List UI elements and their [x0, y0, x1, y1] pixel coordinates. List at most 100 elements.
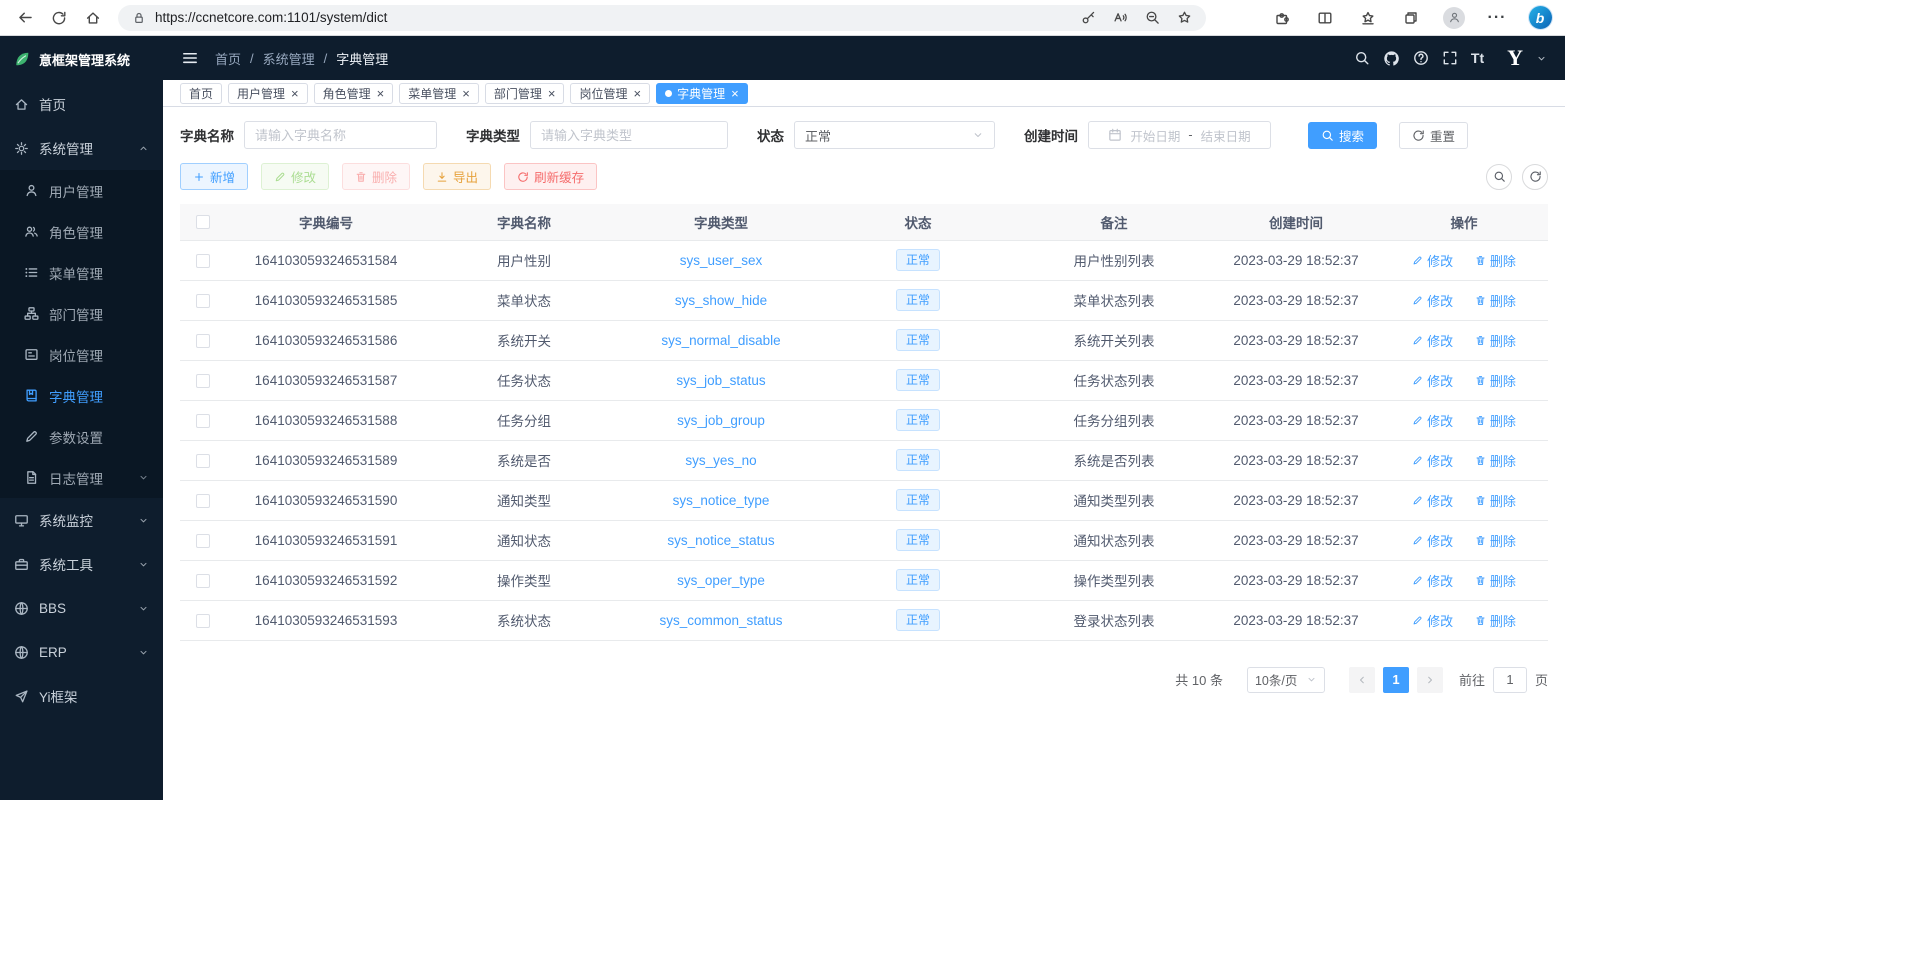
collections-button[interactable] [1394, 4, 1428, 32]
font-size-icon[interactable]: Tt [1471, 50, 1484, 66]
row-edit-link[interactable]: 修改 [1412, 571, 1453, 590]
row-delete-link[interactable]: 删除 [1475, 531, 1516, 550]
cell-dict-type-link[interactable]: sys_oper_type [677, 573, 765, 588]
row-delete-link[interactable]: 删除 [1475, 451, 1516, 470]
cell-dict-type-link[interactable]: sys_common_status [659, 613, 782, 628]
sidebar-item-bbs[interactable]: BBS [0, 586, 163, 630]
sidebar-item-dept[interactable]: 部门管理 [0, 293, 163, 334]
sidebar-item-role[interactable]: 角色管理 [0, 211, 163, 252]
tab-dept[interactable]: 部门管理 × [485, 83, 565, 104]
tab-close-icon[interactable]: × [462, 87, 470, 100]
password-key-icon[interactable] [1081, 10, 1096, 25]
sidebar-item-log[interactable]: 日志管理 [0, 457, 163, 498]
row-edit-link[interactable]: 修改 [1412, 411, 1453, 430]
row-checkbox[interactable] [196, 294, 210, 308]
row-checkbox[interactable] [196, 254, 210, 268]
sidebar-item-monitor[interactable]: 系统监控 [0, 498, 163, 542]
row-edit-link[interactable]: 修改 [1412, 331, 1453, 350]
row-edit-link[interactable]: 修改 [1412, 451, 1453, 470]
row-delete-link[interactable]: 删除 [1475, 251, 1516, 270]
tab-close-icon[interactable]: × [291, 87, 299, 100]
tab-close-icon[interactable]: × [548, 87, 556, 100]
cell-dict-type-link[interactable]: sys_job_group [677, 413, 765, 428]
tab-close-icon[interactable]: × [377, 87, 385, 100]
sidebar-item-dict[interactable]: 字典管理 [0, 375, 163, 416]
address-bar[interactable]: https://ccnetcore.com:1101/system/dict [118, 5, 1206, 31]
cell-dict-type-link[interactable]: sys_normal_disable [661, 333, 780, 348]
breadcrumb-item[interactable]: 系统管理 [263, 49, 315, 68]
cell-dict-type-link[interactable]: sys_notice_status [667, 533, 774, 548]
split-screen-button[interactable] [1308, 4, 1342, 32]
row-checkbox[interactable] [196, 614, 210, 628]
next-page-button[interactable] [1417, 667, 1443, 693]
row-delete-link[interactable]: 删除 [1475, 611, 1516, 630]
create-time-range-picker[interactable]: 开始日期 - 结束日期 [1088, 121, 1271, 149]
reload-button[interactable] [42, 4, 76, 32]
sidebar-item-post[interactable]: 岗位管理 [0, 334, 163, 375]
extensions-button[interactable] [1265, 4, 1299, 32]
tab-user[interactable]: 用户管理 × [228, 83, 308, 104]
row-edit-link[interactable]: 修改 [1412, 371, 1453, 390]
delete-button[interactable]: 删除 [342, 163, 410, 190]
back-button[interactable] [8, 4, 42, 32]
sidebar-item-menu[interactable]: 菜单管理 [0, 252, 163, 293]
row-edit-link[interactable]: 修改 [1412, 531, 1453, 550]
refresh-cache-button[interactable]: 刷新缓存 [504, 163, 597, 190]
edit-button[interactable]: 修改 [261, 163, 329, 190]
row-edit-link[interactable]: 修改 [1412, 291, 1453, 310]
sidebar-toggle-icon[interactable] [181, 49, 199, 67]
row-delete-link[interactable]: 删除 [1475, 571, 1516, 590]
reset-button[interactable]: 重置 [1399, 122, 1468, 149]
settings-more-button[interactable]: ··· [1480, 4, 1514, 32]
page-size-select[interactable]: 10条/页 [1247, 667, 1325, 693]
profile-button[interactable] [1437, 4, 1471, 32]
tab-close-icon[interactable]: × [633, 87, 641, 100]
fullscreen-icon[interactable] [1442, 50, 1458, 66]
export-button[interactable]: 导出 [423, 163, 491, 190]
search-button[interactable]: 搜索 [1308, 122, 1377, 149]
tab-role[interactable]: 角色管理 × [314, 83, 394, 104]
tab-dict[interactable]: 字典管理 × [656, 83, 748, 104]
cell-dict-type-link[interactable]: sys_user_sex [680, 253, 763, 268]
sidebar-item-home[interactable]: 首页 [0, 82, 163, 126]
row-checkbox[interactable] [196, 534, 210, 548]
refresh-table-button[interactable] [1522, 164, 1548, 190]
sidebar-item-system[interactable]: 系统管理 [0, 126, 163, 170]
bing-chat-button[interactable]: b [1523, 4, 1557, 32]
cell-dict-type-link[interactable]: sys_job_status [676, 373, 765, 388]
header-search-icon[interactable] [1354, 50, 1370, 66]
page-number-button[interactable]: 1 [1383, 667, 1409, 693]
sidebar-item-tool[interactable]: 系统工具 [0, 542, 163, 586]
github-icon[interactable] [1383, 50, 1400, 67]
toggle-search-button[interactable] [1486, 164, 1512, 190]
user-avatar[interactable]: Y [1507, 45, 1523, 71]
user-menu-caret-icon[interactable] [1536, 53, 1547, 64]
dict-name-input[interactable] [244, 121, 437, 149]
row-checkbox[interactable] [196, 494, 210, 508]
row-checkbox[interactable] [196, 374, 210, 388]
row-delete-link[interactable]: 删除 [1475, 371, 1516, 390]
row-checkbox[interactable] [196, 454, 210, 468]
row-checkbox[interactable] [196, 574, 210, 588]
favorites-button[interactable] [1351, 4, 1385, 32]
row-delete-link[interactable]: 删除 [1475, 331, 1516, 350]
sidebar-item-param[interactable]: 参数设置 [0, 416, 163, 457]
browser-home-button[interactable] [76, 4, 110, 32]
row-delete-link[interactable]: 删除 [1475, 291, 1516, 310]
cell-dict-type-link[interactable]: sys_notice_type [673, 493, 770, 508]
add-button[interactable]: 新增 [180, 163, 248, 190]
prev-page-button[interactable] [1349, 667, 1375, 693]
cell-dict-type-link[interactable]: sys_show_hide [675, 293, 767, 308]
goto-page-input[interactable] [1493, 667, 1527, 693]
read-aloud-icon[interactable] [1113, 10, 1128, 25]
sidebar-item-user[interactable]: 用户管理 [0, 170, 163, 211]
cell-dict-type-link[interactable]: sys_yes_no [685, 453, 756, 468]
help-icon[interactable] [1413, 50, 1429, 66]
row-edit-link[interactable]: 修改 [1412, 611, 1453, 630]
row-delete-link[interactable]: 删除 [1475, 491, 1516, 510]
tab-close-icon[interactable]: × [731, 87, 739, 100]
row-delete-link[interactable]: 删除 [1475, 411, 1516, 430]
breadcrumb-item[interactable]: 首页 [215, 49, 241, 68]
sidebar-item-erp[interactable]: ERP [0, 630, 163, 674]
row-checkbox[interactable] [196, 334, 210, 348]
